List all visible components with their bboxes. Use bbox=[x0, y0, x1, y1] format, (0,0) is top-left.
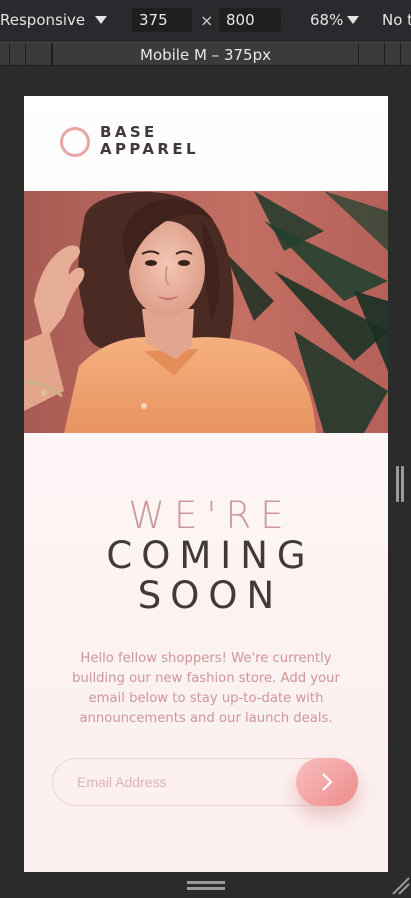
brand-logo[interactable]: BASE APPAREL bbox=[100, 124, 199, 158]
throttle-label: No t bbox=[382, 11, 411, 29]
zoom-dropdown[interactable]: 68% bbox=[310, 11, 360, 29]
coming-soon-headline: WE'RE COMING SOON bbox=[24, 496, 388, 616]
throttle-dropdown[interactable]: No t bbox=[382, 11, 411, 29]
device-preset-label: Mobile M – 375px bbox=[140, 46, 271, 64]
zoom-label: 68% bbox=[310, 11, 344, 29]
viewport-bottom-resize-handle[interactable] bbox=[187, 881, 225, 891]
emulated-viewport: BASE APPAREL WE'RE COMING SOON Hello fel… bbox=[24, 96, 388, 872]
device-type-dropdown[interactable]: Responsive bbox=[0, 11, 108, 29]
hero-photo-illustration bbox=[24, 191, 388, 433]
dropdown-arrow-icon bbox=[95, 16, 108, 24]
viewport-corner-resize-handle[interactable] bbox=[391, 876, 411, 896]
logo-ring-icon bbox=[60, 127, 90, 157]
dimension-separator: × bbox=[200, 11, 214, 30]
site-header: BASE APPAREL bbox=[24, 96, 388, 191]
resize-corner-icon bbox=[392, 877, 410, 895]
logo-line-2: APPAREL bbox=[100, 140, 199, 158]
headline-dark-text-2: SOON bbox=[137, 574, 284, 617]
headline-light-text: WE'RE bbox=[128, 494, 293, 537]
submit-button[interactable] bbox=[296, 758, 358, 806]
chevron-right-icon bbox=[322, 773, 333, 791]
devtools-device-toolbar: Responsive × 68% No t bbox=[0, 0, 411, 42]
viewport-right-resize-handle[interactable] bbox=[396, 466, 404, 502]
email-signup-form bbox=[52, 758, 358, 806]
viewport-width-input[interactable] bbox=[132, 8, 192, 32]
device-type-label: Responsive bbox=[0, 11, 86, 29]
hero-image bbox=[24, 191, 388, 433]
dropdown-arrow-icon bbox=[347, 16, 360, 24]
logo-line-1: BASE bbox=[100, 123, 158, 141]
headline-dark-text-1: COMING bbox=[106, 534, 315, 577]
media-query-bar[interactable]: Mobile M – 375px bbox=[0, 42, 411, 66]
description-text: Hello fellow shoppers! We're currently b… bbox=[72, 651, 340, 726]
viewport-height-input[interactable] bbox=[219, 8, 281, 32]
